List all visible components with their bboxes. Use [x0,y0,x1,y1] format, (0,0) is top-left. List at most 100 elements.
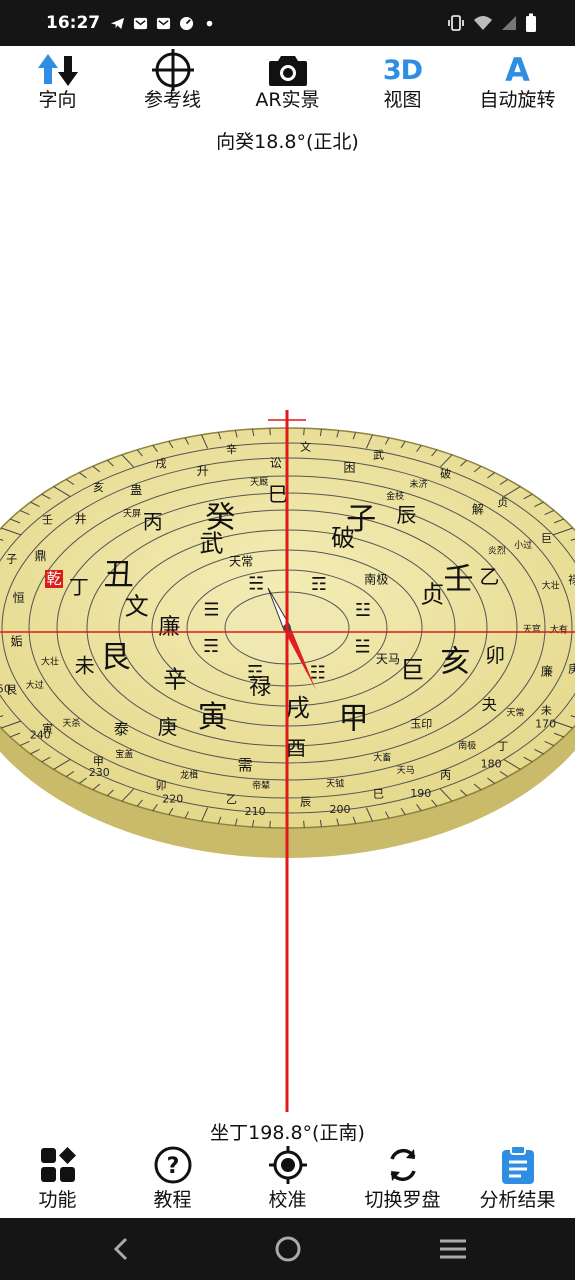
status-time: 16:27 [46,13,101,33]
toolbar-reference-line-button[interactable]: 参考线 [115,48,230,126]
ring-character: 武 [373,449,384,462]
ring-character: 玉印 [410,717,432,730]
ring-character: 戌 [286,694,310,722]
ring-character: 亥 [93,480,104,494]
home-icon[interactable] [268,1234,308,1264]
ring-character: 艮 [101,640,131,675]
bottom-label: 功能 [38,1189,77,1211]
vibrate-icon [448,15,464,31]
ring-character: 小过 [514,539,532,551]
toolbar-label: 字向 [38,89,77,111]
ring-character: 金枝 [386,490,404,502]
bottom-toolbar: 功能 ? 教程 校准 切换罗盘 分析结果 [0,1140,575,1218]
ring-character: 辛 [163,666,187,694]
ring-character: 丁 [69,575,89,599]
ring-character: 讼 [270,456,282,470]
ring-character: 姤 [11,635,23,649]
ring-character: 夬 [482,695,497,713]
trigram-symbol: ☷ [310,662,326,683]
degree-label: 250 [0,682,11,695]
telegram-icon [111,17,125,29]
compass-graphic[interactable]: 酉庚未丁丙巳辰乙卯甲寅艮丑癸子壬亥戌辛文武破贞巨禄廉天常南极天马天钺帝辇龙楫宝盖… [0,400,575,1120]
function-button[interactable]: 功能 [0,1140,115,1218]
calibrate-button[interactable]: 校准 [230,1140,345,1218]
ring-character: 天杀 [62,717,80,729]
ring-character: 壬 [42,513,53,526]
recents-icon[interactable] [433,1234,473,1264]
top-toolbar: 字向 参考线 AR实景 3D 视图 A 自动旋转 [0,48,575,126]
trigram-symbol: ☳ [355,600,371,621]
ring-character: 巨 [541,532,552,545]
ring-character: 天常 [507,706,525,718]
ring-character: 文 [125,593,149,621]
ring-character: 帝辇 [252,779,270,791]
bottom-label: 切换罗盘 [364,1189,441,1211]
trigram-symbol: ☱ [354,637,370,658]
ring-character: 卯 [485,643,505,667]
dot-icon [206,20,213,26]
crosshair-icon [151,49,194,91]
ring-character: 戌 [155,457,166,470]
degree-label: 210 [245,805,266,818]
ring-character: 庚 [568,661,575,675]
ring-character: 丙 [440,768,451,781]
degree-label: 240 [30,729,51,742]
wifi-icon [474,16,492,30]
degree-label: 230 [89,766,110,779]
ring-character: 蛊 [130,483,142,497]
ring-character: 大壮 [542,580,560,592]
speedometer-icon [180,16,194,30]
ring-character: 庚 [158,715,178,739]
analysis-result-button[interactable]: 分析结果 [460,1140,575,1218]
ring-character: 禄 [568,573,575,587]
ring-character: 南极 [458,740,476,752]
ring-character: 寅 [198,700,228,735]
trigram-symbol: ☴ [203,636,219,657]
trigram-symbol: ☵ [248,574,264,595]
ring-character: 未 [541,704,552,717]
status-system-icons [447,13,537,33]
tutorial-button[interactable]: ? 教程 [115,1140,230,1218]
toolbar-label: 自动旋转 [479,89,556,111]
ring-character: 大过 [26,679,44,691]
degree-label: 220 [162,792,183,805]
degree-tick [269,428,271,436]
mail-icon [157,17,171,29]
target-icon [268,1146,307,1184]
ring-character: 天马 [376,652,400,666]
ring-character: 解 [472,502,484,516]
ring-character: 宝盖 [115,748,133,760]
ring-character: 乾 [47,569,62,587]
ring-character: 泰 [114,720,129,738]
ring-character: 龙楫 [180,769,198,781]
toolbar-ar-button[interactable]: AR实景 [230,48,345,126]
switch-compass-button[interactable]: 切换罗盘 [345,1140,460,1218]
degree-tick [269,820,271,828]
luopan-compass[interactable]: 酉庚未丁丙巳辰乙卯甲寅艮丑癸子壬亥戌辛文武破贞巨禄廉天常南极天马天钺帝辇龙楫宝盖… [0,400,575,1120]
ring-character: 天官 [523,623,541,635]
ring-character: 乙 [479,565,499,589]
ring-character: 巳 [268,482,288,506]
ring-character: 鼎 [35,549,47,563]
ring-character: 炎烈 [488,546,506,557]
toolbar-facing-button[interactable]: 字向 [0,48,115,126]
ring-character: 大有 [550,623,568,635]
ring-character: 甲 [339,702,369,737]
ring-character: 破 [440,467,451,481]
toolbar-label: AR实景 [255,89,320,111]
up-down-arrows-icon [37,54,78,86]
3d-view-icon: 3D [382,54,423,86]
grid-icon [40,1147,76,1182]
ring-character: 破 [331,524,355,552]
ring-character: 天钺 [326,777,344,789]
ring-character: 文 [300,439,311,453]
degree-tick [303,820,305,828]
ring-character: 升 [197,464,209,478]
camera-icon [268,56,307,86]
back-icon[interactable] [102,1234,142,1264]
toolbar-auto-rotate-button[interactable]: A 自动旋转 [460,48,575,126]
ring-character: 贞 [497,495,508,509]
toolbar-view-button[interactable]: 3D 视图 [345,48,460,126]
ring-character: 酉 [286,736,306,760]
bottom-label: 教程 [153,1189,192,1211]
